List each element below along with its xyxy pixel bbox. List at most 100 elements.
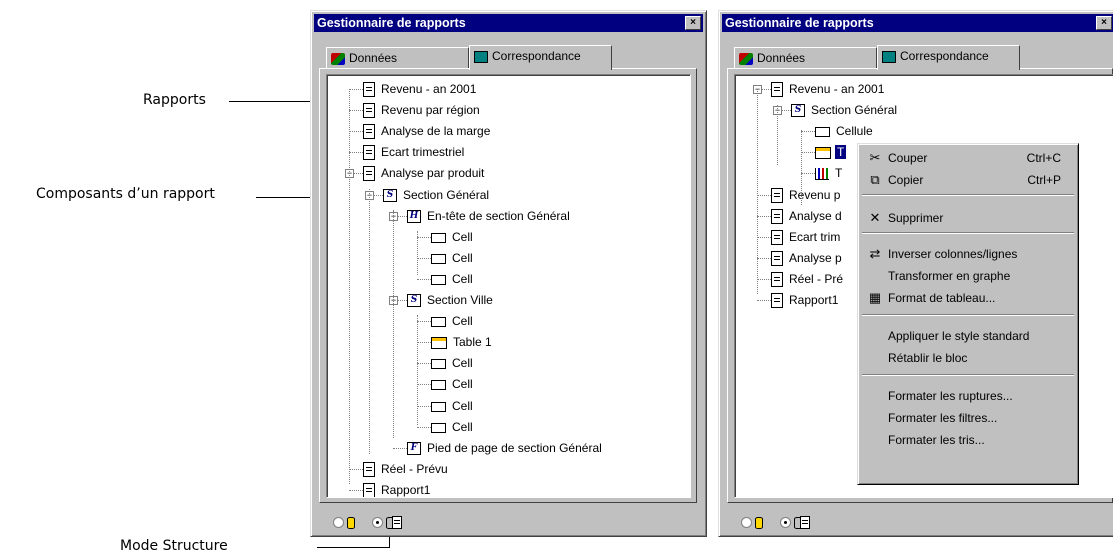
- callout-structure-mode-line: [317, 547, 389, 548]
- tree-connector: [417, 237, 431, 238]
- section-icon: S: [383, 189, 397, 203]
- report-icon: [363, 103, 375, 119]
- tree-connector: [757, 279, 771, 280]
- menu-item-label: Inverser colonnes/lignes: [888, 247, 1018, 261]
- tree-node-label: Analyse par produit: [381, 166, 485, 180]
- tree-node[interactable]: Réel - Prévu: [363, 459, 450, 479]
- tab-correspondance[interactable]: Correspondance: [469, 45, 612, 70]
- tree-connector: [777, 105, 778, 165]
- tree-node-label: Cell: [452, 420, 473, 434]
- report-icon: [771, 230, 783, 246]
- tree-node[interactable]: T: [815, 163, 844, 183]
- tree-node[interactable]: Ecart trim: [771, 227, 842, 247]
- data-icon: [739, 52, 753, 65]
- report-icon: [771, 251, 783, 267]
- callout-components-label: Composants d’un rapport: [36, 186, 215, 202]
- tree-node[interactable]: Analyse p: [771, 248, 844, 268]
- structure-mode-icon: [385, 514, 403, 530]
- tree-node-label: T: [835, 145, 847, 159]
- tree-connector: [354, 173, 363, 174]
- tree-node[interactable]: T: [815, 142, 847, 162]
- tab-donnees[interactable]: Données: [326, 47, 469, 69]
- map-icon: [474, 50, 488, 63]
- tree-node[interactable]: Analyse par produit: [363, 163, 486, 183]
- tree-node[interactable]: Revenu - an 2001: [771, 79, 886, 99]
- radio-data-mode[interactable]: [741, 516, 752, 528]
- menu-item[interactable]: ⧉ Copier Ctrl+P: [861, 170, 1075, 190]
- menu-item[interactable]: Formater les filtres...: [861, 408, 1075, 428]
- tree-node[interactable]: Cell: [431, 417, 475, 437]
- menu-separator: [862, 314, 1074, 316]
- view-mode-selector: [333, 514, 403, 530]
- tree-node[interactable]: Revenu - an 2001: [363, 79, 478, 99]
- tree-node[interactable]: Rapport1: [771, 290, 840, 310]
- radio-structure-mode[interactable]: [372, 516, 383, 528]
- cell-icon: [431, 274, 446, 285]
- tree-node-label: Section Ville: [427, 293, 493, 307]
- menu-separator: [862, 374, 1074, 376]
- close-button[interactable]: ×: [1096, 16, 1112, 30]
- tree-node[interactable]: Cell: [431, 353, 475, 373]
- tree-node[interactable]: F Pied de page de section Général: [407, 438, 604, 458]
- scissors-icon: ✂: [869, 150, 881, 165]
- tree-node[interactable]: Table 1: [431, 332, 494, 352]
- report-icon: [363, 166, 375, 182]
- tree-node[interactable]: S Section Ville: [407, 290, 495, 310]
- tree-node-label: Cell: [452, 377, 473, 391]
- map-icon: [882, 50, 896, 63]
- tree-node[interactable]: Rapport1: [363, 480, 432, 497]
- tree-node-label: En-tête de section Général: [427, 209, 570, 223]
- tree-node[interactable]: Ecart trimestriel: [363, 142, 466, 162]
- tree-connector: [417, 342, 431, 343]
- tab-label: Données: [757, 51, 806, 65]
- tree-node[interactable]: Cell: [431, 396, 475, 416]
- tree-node[interactable]: Revenu par région: [363, 100, 482, 120]
- menu-item[interactable]: ▦ Format de tableau...: [861, 288, 1075, 308]
- close-button[interactable]: ×: [685, 16, 701, 30]
- tab-donnees[interactable]: Données: [734, 47, 877, 69]
- menu-item[interactable]: Formater les ruptures...: [861, 386, 1075, 406]
- tree-connector: [801, 130, 802, 205]
- pivot-icon: ⇄: [869, 246, 881, 261]
- menu-item[interactable]: Rétablir le bloc: [861, 348, 1075, 368]
- tree-node[interactable]: Cellule: [815, 121, 875, 141]
- tree-node[interactable]: Cell: [431, 248, 475, 268]
- menu-item-shortcut: Ctrl+P: [1027, 173, 1061, 187]
- report-icon: [363, 82, 375, 98]
- tree-node-label: T: [835, 166, 843, 180]
- tree-connector: [369, 189, 370, 454]
- tree-node[interactable]: Réel - Pré: [771, 269, 845, 289]
- tree-connector: [757, 237, 771, 238]
- tree-node[interactable]: Cell: [431, 311, 475, 331]
- report-manager-window-left: Gestionnaire de rapports × Données Corre…: [310, 10, 707, 537]
- tree-node[interactable]: Revenu p: [771, 185, 842, 205]
- menu-item[interactable]: Appliquer le style standard: [861, 326, 1075, 346]
- tab-correspondance[interactable]: Correspondance: [877, 45, 1020, 70]
- window-title: Gestionnaire de rapports: [725, 16, 874, 30]
- menu-item[interactable]: ⇄ Inverser colonnes/lignes: [861, 244, 1075, 264]
- structure-mode-icon: [793, 514, 811, 530]
- tree-node[interactable]: Cell: [431, 374, 475, 394]
- radio-structure-mode[interactable]: [780, 516, 791, 528]
- header-icon: H: [407, 210, 421, 224]
- menu-item-label: Couper: [888, 151, 928, 165]
- tree-node-label: Cell: [452, 272, 473, 286]
- tree-node-label: Revenu p: [789, 188, 841, 202]
- tree-node[interactable]: S Section Général: [383, 185, 491, 205]
- menu-item[interactable]: Transformer en graphe: [861, 266, 1075, 286]
- tree-node[interactable]: Analyse de la marge: [363, 121, 492, 141]
- tree-node[interactable]: S Section Général: [791, 100, 899, 120]
- title-bar: Gestionnaire de rapports ×: [314, 14, 703, 32]
- tree-node[interactable]: Analyse d: [771, 206, 844, 226]
- menu-item[interactable]: Formater les tris...: [861, 430, 1075, 450]
- tree-connector: [417, 384, 431, 385]
- tree-node[interactable]: H En-tête de section Général: [407, 206, 572, 226]
- radio-data-mode[interactable]: [333, 516, 344, 528]
- tree-connector: [349, 110, 363, 111]
- delete-icon: ✕: [869, 210, 881, 225]
- tree-node[interactable]: Cell: [431, 269, 475, 289]
- copy-icon: ⧉: [870, 172, 880, 187]
- menu-item[interactable]: ✂ Couper Ctrl+C: [861, 148, 1075, 168]
- tree-node[interactable]: Cell: [431, 227, 475, 247]
- menu-item[interactable]: ✕ Supprimer: [861, 208, 1075, 228]
